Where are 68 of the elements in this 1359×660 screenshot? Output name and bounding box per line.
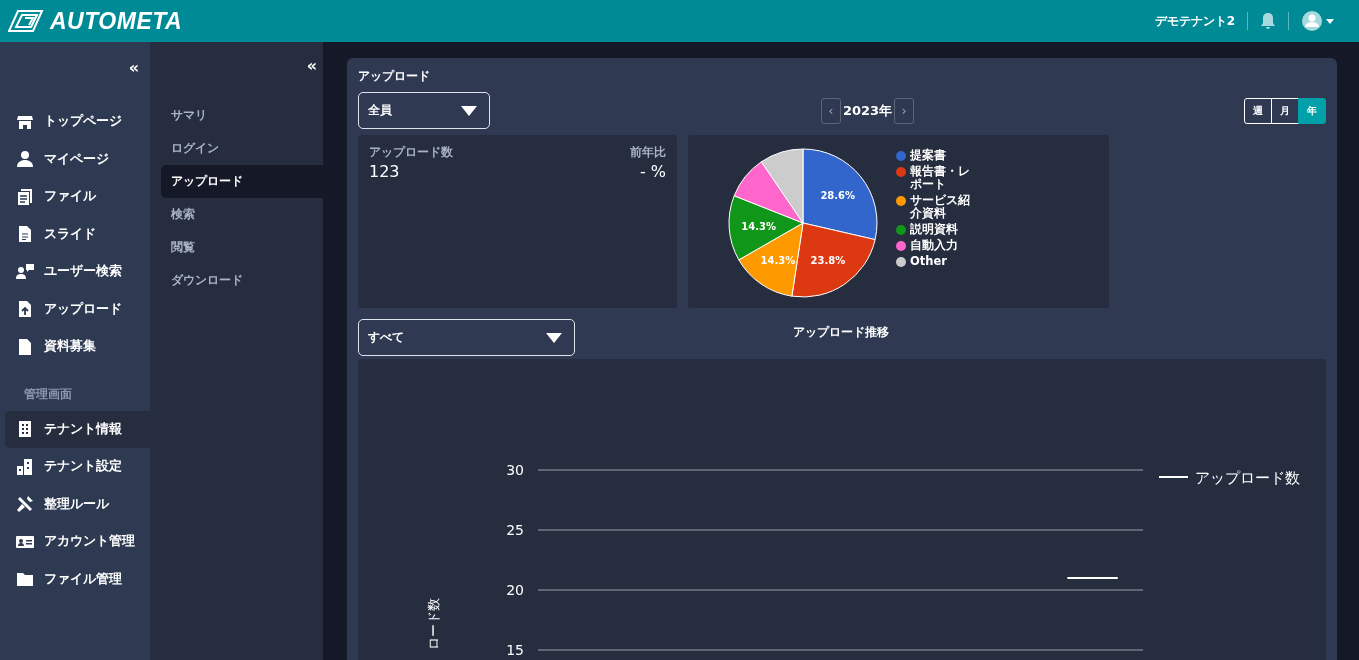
sidebar-item[interactable]: テナント情報: [5, 410, 150, 448]
category-select[interactable]: すべて: [358, 319, 575, 356]
stat-label: アップロード数: [369, 145, 453, 160]
slice-label: 23.8%: [810, 254, 846, 266]
slice-label: 28.6%: [820, 190, 856, 202]
slice-label: 14.3%: [741, 221, 777, 233]
y-tick-label: 25: [506, 522, 524, 538]
files-icon: [16, 187, 34, 206]
subnav-item[interactable]: ログイン: [161, 132, 323, 165]
subnav-item[interactable]: 閲覧: [161, 231, 323, 264]
sidebar-item[interactable]: テナント設定: [5, 448, 150, 486]
prev-year-button[interactable]: ‹: [820, 97, 841, 124]
legend-label: サービス紹介資料: [910, 194, 971, 220]
tools-icon: [16, 495, 34, 514]
folder-icon: [16, 570, 34, 589]
section-label: 管理画面: [23, 385, 73, 403]
tenant-name[interactable]: デモテナント2: [1154, 12, 1235, 30]
sidebar-item[interactable]: アップロード: [5, 290, 150, 328]
subnav-item[interactable]: サマリ: [161, 99, 323, 132]
sidebar-item[interactable]: 整理ルール: [5, 485, 150, 523]
stat-label: 前年比: [630, 145, 666, 160]
sidebar-item[interactable]: 資料募集: [5, 328, 150, 366]
user-chat-icon: [16, 262, 34, 281]
subnav-item[interactable]: アップロード: [161, 165, 323, 198]
stat-value: - %: [639, 162, 666, 181]
subnav-item[interactable]: ダウンロード: [161, 264, 323, 297]
person-icon: [16, 150, 34, 169]
upload-icon: [16, 300, 34, 319]
legend-label: 提案書: [910, 149, 947, 162]
period-tab[interactable]: 週: [1244, 97, 1272, 124]
y-axis-label: ロード数: [426, 598, 441, 650]
caret-icon: [546, 332, 562, 343]
legend-label: アップロード数: [1195, 469, 1300, 487]
building-icon: [16, 420, 34, 439]
sidebar-item[interactable]: ファイル: [5, 178, 150, 216]
legend-label: 自動入力: [910, 239, 959, 252]
trend-line: [1066, 577, 1119, 579]
sidebar-item[interactable]: アカウント管理: [5, 523, 150, 561]
sidebar-item[interactable]: ファイル管理: [5, 560, 150, 598]
panel-title: アップロード: [358, 68, 431, 85]
y-tick-label: 20: [506, 582, 524, 598]
page-icon: [16, 337, 34, 356]
sidebar-item[interactable]: マイページ: [5, 140, 150, 178]
sidebar-item[interactable]: ユーザー検索: [5, 253, 150, 291]
next-year-button[interactable]: ›: [894, 97, 915, 124]
legend-label: 説明資料: [910, 223, 959, 236]
y-tick-label: 30: [506, 462, 524, 478]
bell-icon[interactable]: [1260, 12, 1276, 30]
user-select[interactable]: 全員: [358, 92, 490, 129]
caret-icon: [461, 105, 477, 116]
year-label: 2023年: [842, 101, 893, 120]
legend-line: [1158, 476, 1189, 478]
logo-icon: [8, 8, 44, 34]
collapse-button[interactable]: «: [122, 58, 145, 77]
buildings-icon: [16, 457, 34, 476]
sidebar-item[interactable]: スライド: [5, 215, 150, 253]
chart-title: アップロード推移: [791, 324, 890, 341]
legend-label: 報告書・レポート: [910, 165, 971, 191]
slice-label: 14.3%: [760, 254, 796, 266]
logo-text: AUTOMETA: [50, 7, 183, 35]
document-icon: [16, 225, 34, 244]
subnav-item[interactable]: 検索: [161, 198, 323, 231]
stat-value: 123: [369, 162, 401, 181]
avatar-menu-icon[interactable]: [1301, 10, 1337, 32]
collapse-button[interactable]: «: [300, 56, 323, 75]
y-tick-label: 15: [506, 642, 524, 658]
sidebar-item[interactable]: トップページ: [5, 103, 150, 141]
legend-label: Other: [910, 255, 948, 268]
